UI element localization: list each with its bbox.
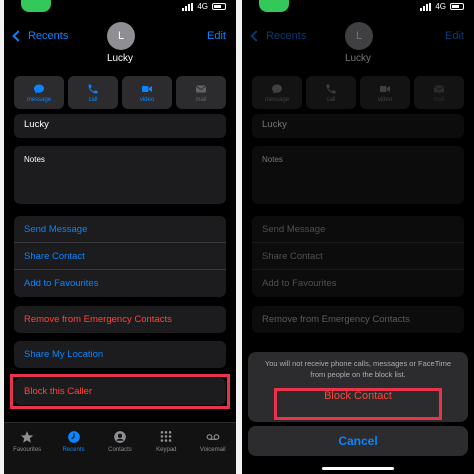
chevron-left-icon <box>12 30 24 42</box>
name-field-value: Lucky <box>262 119 287 130</box>
remove-emergency-contact-button[interactable]: Remove from Emergency Contacts <box>252 306 464 333</box>
back-button[interactable]: Recents <box>12 30 69 42</box>
share-contact-button[interactable]: Share Contact <box>252 243 464 270</box>
share-contact-button[interactable]: Share Contact <box>14 243 226 270</box>
phone-icon <box>88 84 98 93</box>
envelope-icon <box>195 85 207 92</box>
options-card: Send Message Share Contact Add to Favour… <box>14 216 226 297</box>
cancel-button[interactable]: Cancel <box>248 426 468 456</box>
avatar: L <box>345 22 373 50</box>
location-card: Share My Location <box>14 341 226 368</box>
quick-actions: message call video mail <box>252 76 464 109</box>
video-action-label: video <box>377 96 393 103</box>
battery-icon <box>450 3 464 10</box>
signal-icon <box>420 2 432 11</box>
video-camera-icon <box>380 85 390 92</box>
tab-voicemail[interactable]: Voicemail <box>191 430 235 474</box>
message-action-button[interactable]: message <box>252 76 302 109</box>
share-location-button[interactable]: Share My Location <box>14 341 226 368</box>
send-message-button[interactable]: Send Message <box>14 216 226 243</box>
phone-icon <box>326 84 336 93</box>
star-icon <box>21 431 34 443</box>
phone-screen-left: 4G Recents Edit L Lucky message call vid… <box>4 0 236 474</box>
notes-label: Notes <box>262 155 283 164</box>
notes-label: Notes <box>24 155 45 164</box>
block-warning-message: You will not receive phone calls, messag… <box>264 359 452 379</box>
edit-button[interactable]: Edit <box>445 30 464 42</box>
status-time-pill <box>259 0 289 12</box>
tab-contacts-label: Contacts <box>108 447 132 453</box>
tab-recents-label: Recents <box>62 447 85 453</box>
back-button-label: Recents <box>28 30 69 42</box>
add-to-favourites-button[interactable]: Add to Favourites <box>252 270 464 297</box>
emergency-card: Remove from Emergency Contacts <box>14 306 226 333</box>
message-action-button[interactable]: message <box>14 76 64 109</box>
message-bubble-icon <box>34 84 44 93</box>
notes-card[interactable]: Notes <box>252 146 464 204</box>
message-bubble-icon <box>272 84 282 93</box>
notes-card[interactable]: Notes <box>14 146 226 204</box>
mail-action-label: mail <box>433 96 445 103</box>
tab-bar: Favourites Recents Contacts Keypad Voice… <box>4 422 236 474</box>
name-field-card: Lucky <box>14 114 226 138</box>
tab-contacts[interactable]: Contacts <box>98 430 142 474</box>
quick-actions: message call video mail <box>14 76 226 109</box>
envelope-icon <box>433 85 445 92</box>
voicemail-icon <box>206 434 220 440</box>
contact-name: Lucky <box>106 53 134 64</box>
network-label: 4G <box>435 2 446 11</box>
keypad-icon <box>160 431 172 442</box>
status-bar-right: 4G <box>182 2 226 11</box>
home-indicator <box>322 467 394 470</box>
add-to-favourites-button[interactable]: Add to Favourites <box>14 270 226 297</box>
video-action-label: video <box>139 96 155 103</box>
chevron-left-icon <box>250 30 262 42</box>
back-button-label: Recents <box>266 30 307 42</box>
video-action-button[interactable]: video <box>360 76 410 109</box>
avatar-initial: L <box>355 30 363 42</box>
mail-action-button[interactable]: mail <box>414 76 464 109</box>
tab-recents[interactable]: Recents <box>52 430 96 474</box>
call-action-label: call <box>326 96 336 103</box>
status-time-pill <box>21 0 51 12</box>
video-action-button[interactable]: video <box>122 76 172 109</box>
phone-screen-right: 4G Recents Edit L Lucky message call vid… <box>242 0 474 474</box>
emergency-card: Remove from Emergency Contacts <box>252 306 464 333</box>
name-field-card: Lucky <box>252 114 464 138</box>
edit-button[interactable]: Edit <box>207 30 226 42</box>
name-field-value: Lucky <box>24 119 49 130</box>
contact-name: Lucky <box>344 53 372 64</box>
tab-keypad-label: Keypad <box>156 447 177 453</box>
tab-favourites-label: Favourites <box>13 447 42 453</box>
call-action-button[interactable]: call <box>68 76 118 109</box>
back-button[interactable]: Recents <box>250 30 307 42</box>
message-action-label: message <box>26 96 52 103</box>
status-bar-right: 4G <box>420 2 464 11</box>
call-action-button[interactable]: call <box>306 76 356 109</box>
options-card: Send Message Share Contact Add to Favour… <box>252 216 464 297</box>
message-action-label: message <box>264 96 290 103</box>
battery-icon <box>212 3 226 10</box>
block-contact-highlight <box>274 388 442 420</box>
network-label: 4G <box>197 2 208 11</box>
tab-voicemail-label: Voicemail <box>199 447 226 453</box>
signal-icon <box>182 2 194 11</box>
clock-icon <box>67 431 80 443</box>
person-icon <box>114 431 126 443</box>
video-camera-icon <box>142 85 152 92</box>
tab-favourites[interactable]: Favourites <box>5 430 49 474</box>
block-caller-highlight <box>10 374 230 409</box>
remove-emergency-contact-button[interactable]: Remove from Emergency Contacts <box>14 306 226 333</box>
send-message-button[interactable]: Send Message <box>252 216 464 243</box>
avatar: L <box>107 22 135 50</box>
avatar-initial: L <box>117 30 125 42</box>
mail-action-button[interactable]: mail <box>176 76 226 109</box>
call-action-label: call <box>88 96 98 103</box>
mail-action-label: mail <box>195 96 207 103</box>
tab-keypad[interactable]: Keypad <box>144 430 188 474</box>
